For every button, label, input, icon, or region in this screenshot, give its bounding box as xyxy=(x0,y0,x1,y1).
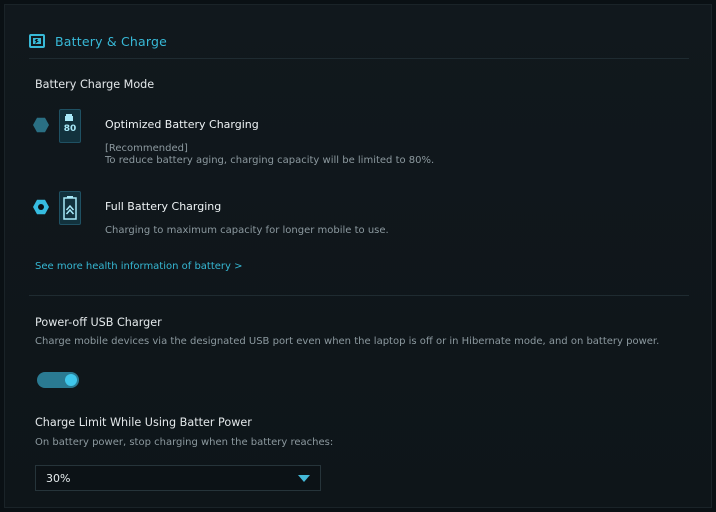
charge-limit-value: 30% xyxy=(46,471,71,485)
usb-charger-toggle[interactable] xyxy=(37,372,79,388)
charge-limit-desc: On battery power, stop charging when the… xyxy=(35,437,334,448)
full-charging-option[interactable]: Full Battery Charging Charging to maximu… xyxy=(33,191,389,237)
optimized-charging-detail: To reduce battery aging, charging capaci… xyxy=(105,155,435,166)
full-charging-radio[interactable] xyxy=(33,199,49,215)
battery-charge-mode-title: Battery Charge Mode xyxy=(35,78,155,91)
optimized-charging-option[interactable]: 80 Optimized Battery Charging [Recommend… xyxy=(33,109,434,167)
divider xyxy=(29,58,689,59)
full-charging-title: Full Battery Charging xyxy=(105,200,222,213)
toggle-knob xyxy=(65,374,77,386)
recommended-label: [Recommended] xyxy=(105,143,188,154)
divider xyxy=(29,295,689,296)
optimized-charging-radio[interactable] xyxy=(33,117,49,133)
section-header: Battery & Charge xyxy=(29,33,167,49)
usb-charger-title: Power-off USB Charger xyxy=(35,316,162,329)
battery-charge-panel: Battery & Charge Battery Charge Mode 80 … xyxy=(4,4,712,508)
usb-charger-desc: Charge mobile devices via the designated… xyxy=(35,336,660,347)
battery-icon-label: 80 xyxy=(63,124,77,134)
battery-charge-icon xyxy=(29,33,45,49)
section-title: Battery & Charge xyxy=(55,33,168,49)
full-charging-desc: Charging to maximum capacity for longer … xyxy=(105,225,389,236)
full-battery-icon xyxy=(59,191,81,225)
chevron-down-icon xyxy=(298,475,310,482)
optimized-charging-desc: [Recommended] To reduce battery aging, c… xyxy=(105,143,434,167)
battery-80-icon: 80 xyxy=(59,109,81,143)
charge-limit-select[interactable]: 30% xyxy=(35,465,321,491)
charge-limit-title: Charge Limit While Using Batter Power xyxy=(35,416,252,429)
optimized-charging-title: Optimized Battery Charging xyxy=(105,118,259,131)
battery-health-link[interactable]: See more health information of battery > xyxy=(35,261,243,272)
